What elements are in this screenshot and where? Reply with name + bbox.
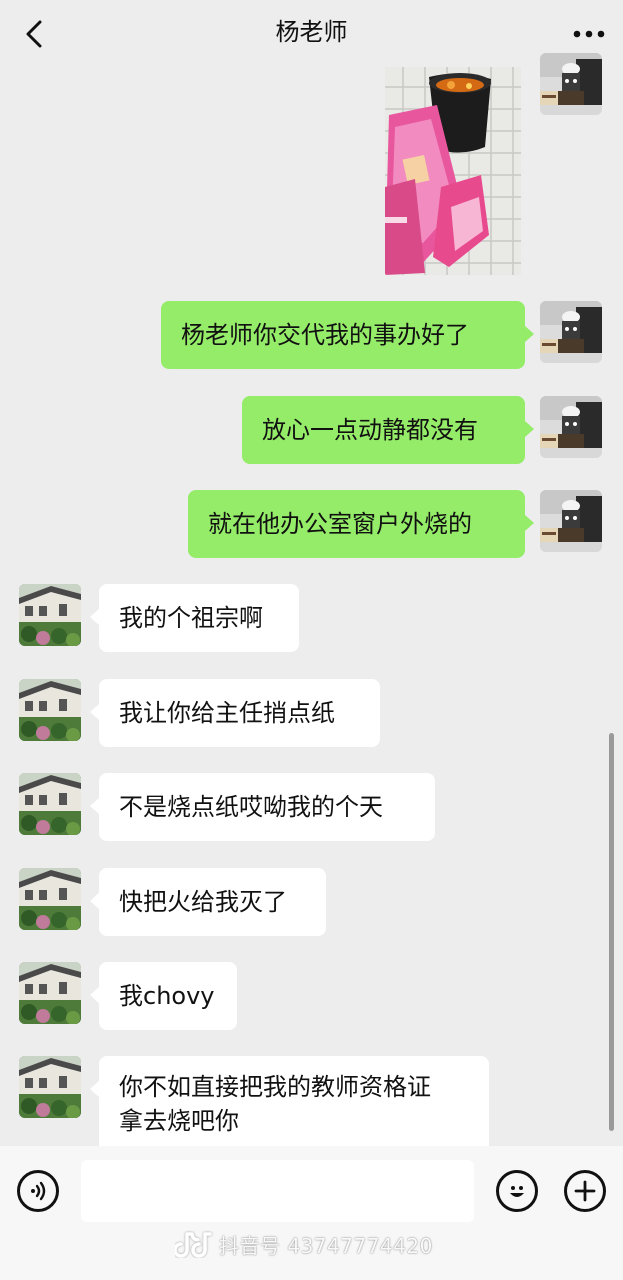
sent-message-bubble[interactable]: 就在他办公室窗户外烧的	[188, 490, 525, 558]
message-text: 不是烧点纸哎呦我的个天	[119, 793, 383, 821]
message-text-line: 你不如直接把我的教师资格证	[119, 1073, 431, 1101]
sent-photo-message[interactable]	[385, 67, 521, 275]
teacher-avatar-image	[19, 584, 81, 646]
received-message-bubble[interactable]: 我chovy	[99, 962, 237, 1030]
teacher-avatar[interactable]	[19, 679, 81, 741]
plus-button[interactable]	[564, 1170, 606, 1212]
burning-papers-image	[385, 67, 521, 275]
sent-avatar[interactable]	[540, 490, 602, 552]
teacher-avatar[interactable]	[19, 962, 81, 1024]
user-avatar-image	[540, 53, 602, 115]
message-text: 我chovy	[119, 982, 215, 1010]
douyin-watermark: 抖音号 43747774420	[175, 1226, 433, 1262]
chat-screen: 杨老师 杨老师你交代我的事办好了 放心一点动静都没有 就在他办公室窗户外烧的 我…	[0, 0, 623, 1280]
teacher-avatar-image	[19, 1056, 81, 1118]
message-text: 快把火给我灭了	[119, 888, 287, 916]
received-message-bubble[interactable]: 快把火给我灭了	[99, 868, 326, 936]
teacher-avatar-image	[19, 868, 81, 930]
bubble-tail	[90, 609, 99, 625]
teacher-avatar[interactable]	[19, 868, 81, 930]
douyin-logo-icon	[175, 1232, 212, 1258]
bubble-tail	[90, 798, 99, 814]
chat-title: 杨老师	[275, 18, 348, 46]
message-text: 放心一点动静都没有	[262, 416, 478, 444]
received-message-bubble[interactable]: 我让你给主任捎点纸	[99, 679, 380, 747]
user-avatar-image	[540, 301, 602, 363]
bubble-tail	[525, 421, 534, 437]
message-text: 杨老师你交代我的事办好了	[181, 321, 469, 349]
bubble-tail	[525, 326, 534, 342]
teacher-avatar-image	[19, 962, 81, 1024]
watermark-text: 抖音号 43747774420	[219, 1233, 433, 1258]
voice-button[interactable]	[17, 1170, 59, 1212]
user-avatar-image	[540, 396, 602, 458]
sent-avatar[interactable]	[540, 396, 602, 458]
chat-header: 杨老师	[0, 0, 623, 62]
teacher-avatar[interactable]	[19, 1056, 81, 1118]
sent-message-bubble[interactable]: 杨老师你交代我的事办好了	[161, 301, 525, 369]
teacher-avatar-image	[19, 773, 81, 835]
received-message-bubble[interactable]: 我的个祖宗啊	[99, 584, 299, 652]
plus-icon	[574, 1180, 596, 1202]
message-text-line: 拿去烧吧你	[119, 1107, 239, 1135]
message-text: 就在他办公室窗户外烧的	[208, 510, 472, 538]
sent-message-bubble[interactable]: 放心一点动静都没有	[242, 396, 525, 464]
bubble-tail	[90, 704, 99, 720]
teacher-avatar[interactable]	[19, 584, 81, 646]
bubble-tail	[525, 515, 534, 531]
sent-avatar[interactable]	[540, 301, 602, 363]
emoji-icon	[510, 1186, 524, 1197]
message-input[interactable]	[81, 1160, 474, 1222]
received-message-bubble[interactable]: 不是烧点纸哎呦我的个天	[99, 773, 435, 841]
message-text: 我让你给主任捎点纸	[119, 699, 335, 727]
more-button[interactable]	[569, 14, 609, 54]
bubble-tail	[90, 893, 99, 909]
teacher-avatar-image	[19, 679, 81, 741]
more-dots-icon	[573, 30, 605, 38]
received-message-bubble[interactable]: 你不如直接把我的教师资格证 拿去烧吧你	[99, 1056, 489, 1152]
teacher-avatar[interactable]	[19, 773, 81, 835]
chat-scrollbar[interactable]	[609, 733, 614, 1131]
bubble-tail	[90, 987, 99, 1003]
emoji-button[interactable]	[496, 1170, 538, 1212]
bubble-tail	[90, 1081, 99, 1097]
message-text: 我的个祖宗啊	[119, 604, 263, 632]
user-avatar-image	[540, 490, 602, 552]
voice-icon	[31, 1181, 46, 1201]
sent-avatar[interactable]	[540, 53, 602, 115]
